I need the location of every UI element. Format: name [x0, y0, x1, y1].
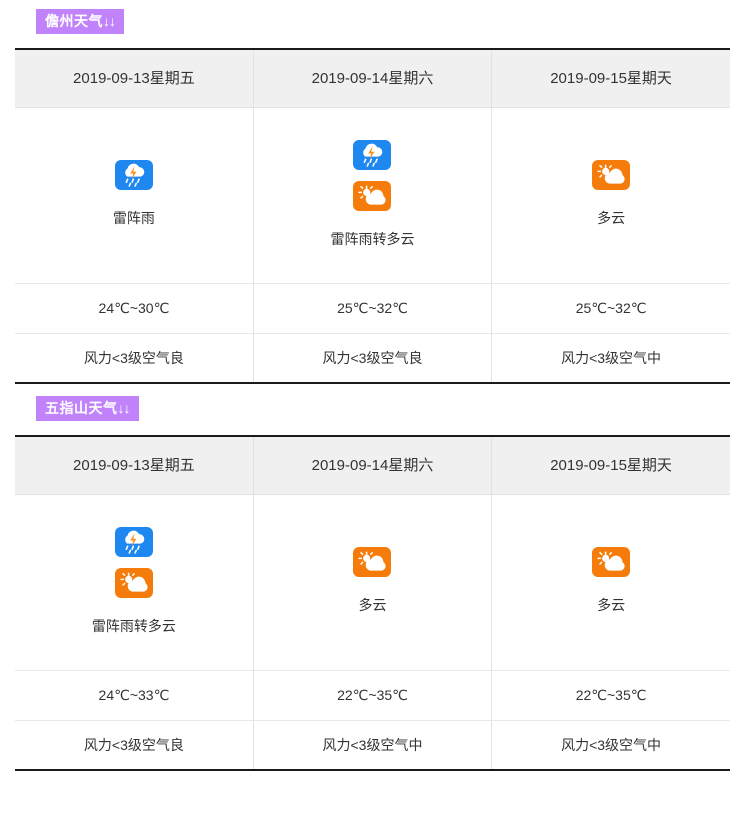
- condition-cell-day2: 多云: [252, 493, 493, 671]
- condition-row: 雷阵雨 雷阵雨转多云 多云: [15, 106, 730, 284]
- wind-air-cell-day2: 风力<3级空气中: [252, 719, 493, 770]
- condition-cell-day3: 多云: [491, 493, 730, 671]
- thunderstorm-icon: [353, 139, 392, 170]
- section-badge-label: 儋州天气: [45, 13, 103, 29]
- condition-label: 雷阵雨: [112, 210, 155, 226]
- partly-cloudy-icon: [592, 160, 631, 190]
- down-arrows-icon: ↓↓: [117, 400, 131, 416]
- thunderstorm-icon: [114, 160, 153, 190]
- partly-cloudy-icon: [353, 180, 392, 211]
- temperature-row: 24℃~33℃ 22℃~35℃ 22℃~35℃: [15, 669, 730, 721]
- section-badge-wuzhishan: 五指山天气↓↓: [36, 396, 139, 421]
- column-header-day1: 2019-09-13星期五: [15, 436, 254, 495]
- forecast-table-wuzhishan: 2019-09-13星期五 2019-09-14星期六 2019-09-15星期…: [15, 435, 730, 771]
- forecast-table-danzhou: 2019-09-13星期五 2019-09-14星期六 2019-09-15星期…: [15, 48, 730, 384]
- partly-cloudy-icon: [353, 547, 392, 577]
- icon-stack: [592, 547, 631, 577]
- weather-forecast-page: 儋州天气↓↓ 2019-09-13星期五 2019-09-14星期六 2019-…: [0, 0, 741, 829]
- column-header-day2: 2019-09-14星期六: [252, 436, 493, 495]
- condition-cell-day1: 雷阵雨: [15, 106, 254, 284]
- section-badge-label: 五指山天气: [45, 400, 118, 416]
- section-badge-row-2: 五指山天气↓↓: [0, 396, 741, 421]
- wind-air-cell-day3: 风力<3级空气中: [491, 719, 730, 770]
- temperature-cell-day3: 22℃~35℃: [491, 669, 730, 721]
- wind-air-cell-day2: 风力<3级空气良: [252, 332, 493, 383]
- section-badge-danzhou: 儋州天气↓↓: [36, 9, 124, 34]
- wind-air-cell-day1: 风力<3级空气良: [15, 719, 254, 770]
- icon-stack: [353, 139, 392, 211]
- column-header-day2: 2019-09-14星期六: [252, 49, 493, 108]
- thunderstorm-icon: [114, 526, 153, 557]
- badge-table-gap-2: [0, 421, 741, 435]
- condition-label: 多云: [358, 597, 387, 613]
- icon-stack: [592, 160, 631, 190]
- table-header-row: 2019-09-13星期五 2019-09-14星期六 2019-09-15星期…: [15, 49, 730, 108]
- top-spacer: [0, 0, 741, 9]
- condition-row: 雷阵雨转多云 多云 多云: [15, 493, 730, 671]
- temperature-cell-day1: 24℃~30℃: [15, 282, 254, 334]
- badge-table-gap-1: [0, 34, 741, 48]
- icon-stack: [114, 526, 153, 598]
- condition-cell-day2: 雷阵雨转多云: [252, 106, 493, 284]
- wind-air-row: 风力<3级空气良 风力<3级空气中 风力<3级空气中: [15, 719, 730, 770]
- temperature-cell-day2: 22℃~35℃: [252, 669, 493, 721]
- temperature-cell-day3: 25℃~32℃: [491, 282, 730, 334]
- partly-cloudy-icon: [114, 567, 153, 598]
- down-arrows-icon: ↓↓: [103, 13, 116, 29]
- column-header-day3: 2019-09-15星期天: [491, 436, 730, 495]
- temperature-row: 24℃~30℃ 25℃~32℃ 25℃~32℃: [15, 282, 730, 334]
- temperature-cell-day1: 24℃~33℃: [15, 669, 254, 721]
- partly-cloudy-icon: [592, 547, 631, 577]
- wind-air-cell-day3: 风力<3级空气中: [491, 332, 730, 383]
- condition-label: 多云: [597, 597, 626, 613]
- condition-label: 雷阵雨转多云: [91, 617, 176, 634]
- temperature-cell-day2: 25℃~32℃: [252, 282, 493, 334]
- condition-label: 雷阵雨转多云: [330, 230, 415, 247]
- wind-air-cell-day1: 风力<3级空气良: [15, 332, 254, 383]
- condition-cell-day1: 雷阵雨转多云: [15, 493, 254, 671]
- section-badge-row-1: 儋州天气↓↓: [0, 9, 741, 34]
- condition-label: 多云: [597, 210, 626, 226]
- wind-air-row: 风力<3级空气良 风力<3级空气良 风力<3级空气中: [15, 332, 730, 383]
- column-header-day3: 2019-09-15星期天: [491, 49, 730, 108]
- column-header-day1: 2019-09-13星期五: [15, 49, 254, 108]
- icon-stack: [353, 547, 392, 577]
- condition-cell-day3: 多云: [491, 106, 730, 284]
- table-header-row: 2019-09-13星期五 2019-09-14星期六 2019-09-15星期…: [15, 436, 730, 495]
- icon-stack: [114, 160, 153, 190]
